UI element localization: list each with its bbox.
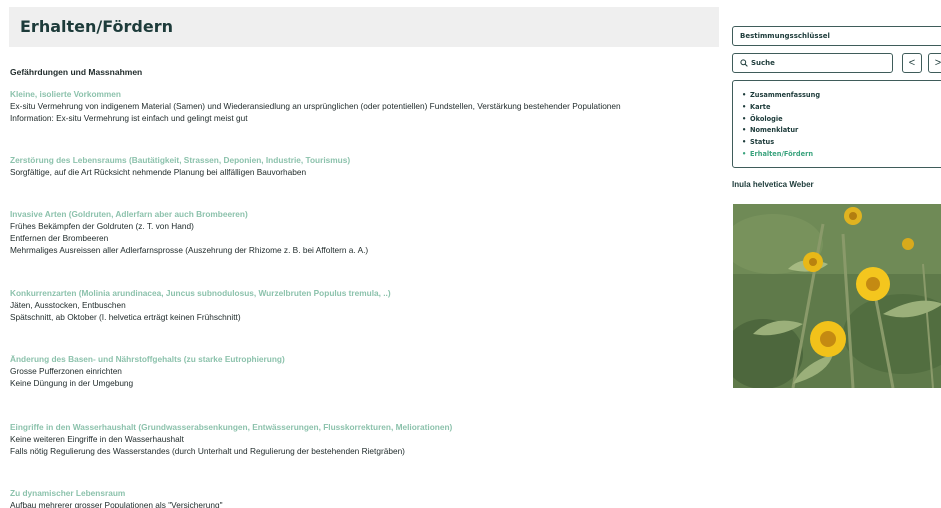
measure-text: Falls nötig Regulierung des Wasserstande… xyxy=(10,446,405,456)
threat-block: Konkurrenzarten (Molinia arundinacea, Ju… xyxy=(10,287,710,323)
threat-heading: Kleine, isolierte Vorkommen xyxy=(10,89,121,99)
search-label: Suche xyxy=(751,59,775,67)
threat-heading: Zerstörung des Lebensraums (Bautätigkeit… xyxy=(10,155,351,165)
measure-text: Information: Ex-situ Vermehrung ist einf… xyxy=(10,113,248,123)
threat-block: Änderung des Basen- und Nährstoffgehalts… xyxy=(10,353,710,389)
threat-heading: Eingriffe in den Wasserhaushalt (Grundwa… xyxy=(10,422,453,432)
prev-button[interactable]: < xyxy=(902,53,922,73)
threat-block: Zu dynamischer Lebensraum Aufbau mehrere… xyxy=(10,487,710,508)
threat-heading: Invasive Arten (Goldruten, Adlerfarn abe… xyxy=(10,209,248,219)
identification-key-label: Bestimmungsschlüssel xyxy=(740,32,830,40)
measure-text: Frühes Bekämpfen der Goldruten (z. T. vo… xyxy=(10,221,194,231)
chevron-right-icon: > xyxy=(934,57,941,69)
chevron-left-icon: < xyxy=(908,57,916,69)
measure-text: Grosse Pufferzonen einrichten xyxy=(10,366,122,376)
threat-block: Eingriffe in den Wasserhaushalt (Grundwa… xyxy=(10,421,710,457)
threat-heading: Änderung des Basen- und Nährstoffgehalts… xyxy=(10,354,285,364)
measure-text: Mehrmaliges Ausreissen aller Adlerfarnsp… xyxy=(10,245,369,255)
threat-heading: Zu dynamischer Lebensraum xyxy=(10,488,126,498)
measure-text: Spätschnitt, ab Oktober (I. helvetica er… xyxy=(10,312,241,322)
measure-text: Jäten, Ausstocken, Entbuschen xyxy=(10,300,126,310)
measure-text: Sorgfältige, auf die Art Rücksicht nehme… xyxy=(10,167,307,177)
next-button[interactable]: > xyxy=(928,53,941,73)
measure-text: Keine Düngung in der Umgebung xyxy=(10,378,134,388)
sidebar: Bestimmungsschlüssel Suche < > • Zusammen… xyxy=(732,0,941,508)
title-bar: Erhalten/Fördern xyxy=(9,7,719,47)
threat-block: Zerstörung des Lebensraums (Bautätigkeit… xyxy=(10,154,710,178)
toc-item-oekologie[interactable]: • Ökologie xyxy=(742,114,820,126)
species-photo xyxy=(733,204,941,388)
toc-item-status[interactable]: • Status xyxy=(742,137,820,149)
threat-block: Kleine, isolierte Vorkommen Ex-situ Verm… xyxy=(10,88,710,124)
species-name: Inula helvetica Weber xyxy=(732,180,814,189)
toc-item-erhalten-foerdern[interactable]: • Erhalten/Fördern xyxy=(742,149,820,161)
page-title: Erhalten/Fördern xyxy=(20,17,173,36)
measure-text: Ex-situ Vermehrung von indigenem Materia… xyxy=(10,101,621,111)
table-of-contents: • Zusammenfassung • Karte • Ökologie • Nomen… xyxy=(732,80,941,168)
measure-text: Entfernen der Brombeeren xyxy=(10,233,109,243)
threat-block: Invasive Arten (Goldruten, Adlerfarn abe… xyxy=(10,208,710,256)
search-input[interactable]: Suche xyxy=(732,53,893,73)
main-content: Erhalten/Fördern Gefährdungen und Massna… xyxy=(0,0,728,508)
toc-item-zusammenfassung[interactable]: • Zusammenfassung xyxy=(742,90,820,102)
toc-item-karte[interactable]: • Karte xyxy=(742,102,820,114)
identification-key-button[interactable]: Bestimmungsschlüssel xyxy=(732,26,941,46)
section-title: Gefährdungen und Massnahmen xyxy=(10,67,143,77)
threat-heading: Konkurrenzarten (Molinia arundinacea, Ju… xyxy=(10,288,391,298)
measure-text: Keine weiteren Eingriffe in den Wasserha… xyxy=(10,434,184,444)
toc-item-nomenklatur[interactable]: • Nomenklatur xyxy=(742,125,820,137)
search-icon xyxy=(740,59,748,67)
measure-text: Aufbau mehrerer grosser Populationen als… xyxy=(10,500,223,508)
